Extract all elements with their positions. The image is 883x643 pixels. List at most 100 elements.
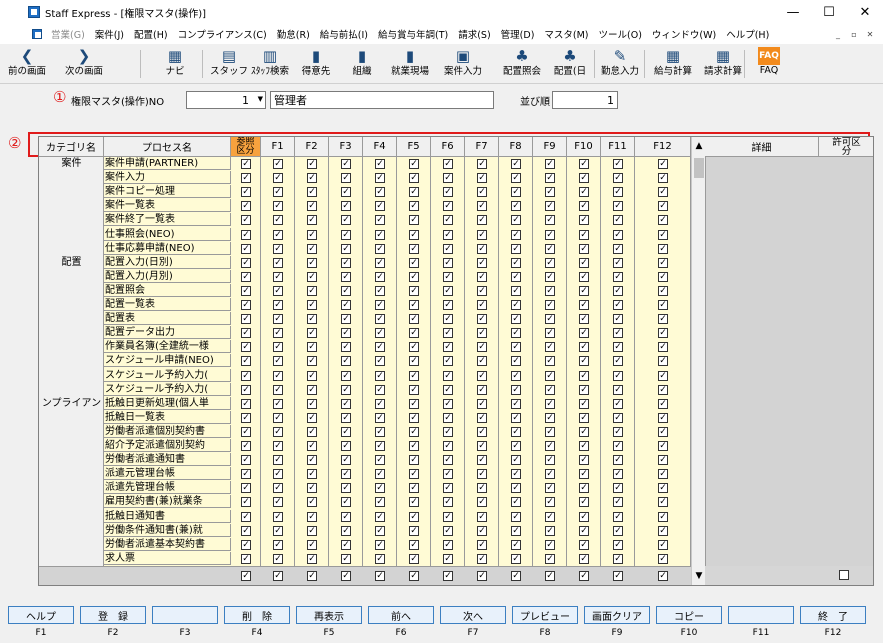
f5-checkbox[interactable]: ✓ bbox=[409, 328, 419, 339]
f2-checkbox[interactable]: ✓ bbox=[307, 314, 317, 325]
f1-checkbox[interactable]: ✓ bbox=[273, 173, 283, 184]
f1-checkbox[interactable]: ✓ bbox=[273, 314, 283, 325]
f12-checkbox[interactable]: ✓ bbox=[658, 328, 668, 339]
f9-checkbox[interactable]: ✓ bbox=[545, 271, 555, 282]
f9-checkbox[interactable]: ✓ bbox=[545, 285, 555, 296]
f5-checkbox[interactable]: ✓ bbox=[409, 356, 419, 367]
f6-checkbox[interactable]: ✓ bbox=[443, 553, 453, 564]
fkey-button-f2[interactable]: 登 録 bbox=[80, 606, 146, 624]
f8-checkbox[interactable]: ✓ bbox=[511, 300, 521, 310]
f10-checkbox[interactable]: ✓ bbox=[579, 314, 589, 325]
f4-checkbox[interactable]: ✓ bbox=[375, 356, 385, 367]
f5-checkbox[interactable]: ✓ bbox=[409, 553, 419, 564]
order-field[interactable]: 1 bbox=[552, 91, 618, 109]
f12-checkbox[interactable]: ✓ bbox=[658, 285, 668, 296]
f3-checkbox[interactable]: ✓ bbox=[341, 285, 351, 296]
f5-checkbox[interactable]: ✓ bbox=[409, 511, 419, 522]
f1-checkbox[interactable]: ✓ bbox=[273, 370, 283, 381]
menu-item-9[interactable]: マスタ(M) bbox=[539, 27, 593, 41]
menu-item-6[interactable]: 給与賞与年調(T) bbox=[373, 27, 453, 41]
f1-checkbox[interactable]: ✓ bbox=[273, 229, 283, 240]
f6-checkbox[interactable]: ✓ bbox=[443, 314, 453, 325]
ref-checkbox[interactable]: ✓ bbox=[241, 441, 251, 451]
close-button[interactable]: ✕ bbox=[847, 0, 883, 24]
f5-checkbox[interactable]: ✓ bbox=[409, 243, 419, 254]
f9-checkbox[interactable]: ✓ bbox=[545, 455, 555, 466]
f1-checkbox[interactable]: ✓ bbox=[273, 412, 283, 423]
f9-checkbox[interactable]: ✓ bbox=[545, 342, 555, 353]
f12-checkbox[interactable]: ✓ bbox=[658, 229, 668, 240]
f9-checkbox[interactable]: ✓ bbox=[545, 243, 555, 254]
f7-checkbox[interactable]: ✓ bbox=[477, 201, 487, 212]
f11-checkbox[interactable]: ✓ bbox=[613, 173, 623, 184]
f3-checkbox[interactable]: ✓ bbox=[341, 412, 351, 423]
f12-checkbox[interactable]: ✓ bbox=[658, 441, 668, 451]
f11-checkbox[interactable]: ✓ bbox=[613, 342, 623, 353]
menu-item-8[interactable]: 管理(D) bbox=[496, 27, 540, 41]
ref-checkbox[interactable]: ✓ bbox=[241, 398, 251, 409]
f10-checkbox[interactable]: ✓ bbox=[579, 553, 589, 564]
f9-checkbox[interactable]: ✓ bbox=[545, 229, 555, 240]
f7-checkbox[interactable]: ✓ bbox=[477, 342, 487, 353]
toolbar-button-0[interactable]: ❮ 前の画面 bbox=[2, 46, 52, 82]
f7-checkbox[interactable]: ✓ bbox=[477, 539, 487, 550]
f6-checkbox[interactable]: ✓ bbox=[443, 441, 453, 451]
f10-checkbox[interactable]: ✓ bbox=[579, 525, 589, 536]
f2-checkbox[interactable]: ✓ bbox=[307, 455, 317, 466]
f12-checkbox[interactable]: ✓ bbox=[658, 300, 668, 310]
f5-checkbox[interactable]: ✓ bbox=[409, 300, 419, 310]
f4-checkbox[interactable]: ✓ bbox=[375, 384, 385, 395]
f11-checkbox[interactable]: ✓ bbox=[613, 271, 623, 282]
ref-checkbox[interactable]: ✓ bbox=[241, 412, 251, 423]
toolbar-button-11[interactable]: ✎ 勤怠入力 bbox=[596, 46, 644, 82]
f5-checkbox[interactable]: ✓ bbox=[409, 483, 419, 494]
f1-checkbox[interactable]: ✓ bbox=[273, 342, 283, 353]
f11-checkbox[interactable]: ✓ bbox=[613, 497, 623, 508]
f9-checkbox[interactable]: ✓ bbox=[545, 257, 555, 268]
f9-checkbox[interactable]: ✓ bbox=[545, 398, 555, 409]
f5-checkbox[interactable]: ✓ bbox=[409, 398, 419, 409]
f12-checkbox[interactable]: ✓ bbox=[658, 455, 668, 466]
f11-checkbox[interactable]: ✓ bbox=[613, 455, 623, 466]
f3-checkbox[interactable]: ✓ bbox=[341, 187, 351, 198]
f11-checkbox[interactable]: ✓ bbox=[613, 553, 623, 564]
f8-all-checkbox[interactable]: ✓ bbox=[511, 571, 521, 581]
f10-checkbox[interactable]: ✓ bbox=[579, 539, 589, 550]
f11-checkbox[interactable]: ✓ bbox=[613, 426, 623, 437]
f12-checkbox[interactable]: ✓ bbox=[658, 497, 668, 508]
f4-checkbox[interactable]: ✓ bbox=[375, 370, 385, 381]
f11-checkbox[interactable]: ✓ bbox=[613, 511, 623, 522]
f3-checkbox[interactable]: ✓ bbox=[341, 525, 351, 536]
ref-checkbox[interactable]: ✓ bbox=[241, 243, 251, 254]
f4-checkbox[interactable]: ✓ bbox=[375, 511, 385, 522]
f6-checkbox[interactable]: ✓ bbox=[443, 271, 453, 282]
f1-checkbox[interactable]: ✓ bbox=[273, 539, 283, 550]
f11-checkbox[interactable]: ✓ bbox=[613, 539, 623, 550]
f5-checkbox[interactable]: ✓ bbox=[409, 441, 419, 451]
f7-checkbox[interactable]: ✓ bbox=[477, 483, 487, 494]
toolbar-button-8[interactable]: ▣ 案件入力 bbox=[440, 46, 486, 82]
f4-checkbox[interactable]: ✓ bbox=[375, 412, 385, 423]
fkey-button-f5[interactable]: 再表示 bbox=[296, 606, 362, 624]
f10-checkbox[interactable]: ✓ bbox=[579, 441, 589, 451]
f4-checkbox[interactable]: ✓ bbox=[375, 328, 385, 339]
f10-checkbox[interactable]: ✓ bbox=[579, 384, 589, 395]
f6-all-checkbox[interactable]: ✓ bbox=[443, 571, 453, 581]
f9-checkbox[interactable]: ✓ bbox=[545, 314, 555, 325]
f10-checkbox[interactable]: ✓ bbox=[579, 426, 589, 437]
f2-checkbox[interactable]: ✓ bbox=[307, 511, 317, 522]
f8-checkbox[interactable]: ✓ bbox=[511, 328, 521, 339]
f9-checkbox[interactable]: ✓ bbox=[545, 300, 555, 310]
f8-checkbox[interactable]: ✓ bbox=[511, 271, 521, 282]
ref-checkbox[interactable]: ✓ bbox=[241, 173, 251, 184]
f3-checkbox[interactable]: ✓ bbox=[341, 229, 351, 240]
f11-checkbox[interactable]: ✓ bbox=[613, 441, 623, 451]
f3-checkbox[interactable]: ✓ bbox=[341, 483, 351, 494]
f2-checkbox[interactable]: ✓ bbox=[307, 441, 317, 451]
fkey-button-f12[interactable]: 終 了 bbox=[800, 606, 866, 624]
f1-checkbox[interactable]: ✓ bbox=[273, 525, 283, 536]
f1-checkbox[interactable]: ✓ bbox=[273, 159, 283, 169]
f11-checkbox[interactable]: ✓ bbox=[613, 257, 623, 268]
f12-checkbox[interactable]: ✓ bbox=[658, 426, 668, 437]
f2-checkbox[interactable]: ✓ bbox=[307, 342, 317, 353]
